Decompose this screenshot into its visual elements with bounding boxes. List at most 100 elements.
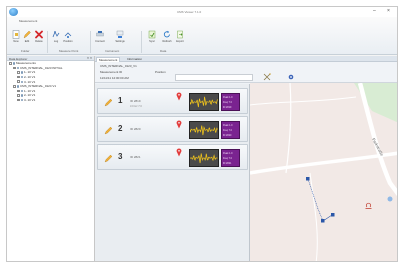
stat-id: ID 2819 bbox=[223, 106, 232, 109]
location-pin-icon[interactable] bbox=[176, 148, 182, 157]
measurement-icon bbox=[16, 85, 19, 88]
connect-icon bbox=[96, 31, 104, 37]
stat-frequency: Freq 7.0 bbox=[223, 129, 232, 132]
connect-button[interactable]: Connect bbox=[95, 30, 105, 48]
tools-icon[interactable] bbox=[263, 73, 271, 81]
device-marker[interactable] bbox=[331, 213, 335, 217]
new-file-icon bbox=[12, 30, 20, 39]
expand-collapse-icon[interactable] bbox=[13, 84, 16, 88]
device-number: 2 bbox=[118, 124, 123, 133]
folder-icon bbox=[12, 62, 15, 65]
measurement-icon bbox=[20, 71, 23, 74]
measurement-name: CMS_INTERNAL_0123_V1 bbox=[100, 64, 137, 68]
position-label: Position bbox=[155, 70, 166, 74]
edit-icon bbox=[23, 30, 31, 39]
measurement-icon bbox=[20, 80, 23, 83]
delete-icon bbox=[35, 30, 43, 39]
measurement-icon bbox=[20, 89, 23, 93]
edit-button[interactable]: Edit bbox=[22, 30, 32, 48]
expand-collapse-icon[interactable] bbox=[17, 98, 20, 102]
sync-button[interactable]: Sync bbox=[147, 30, 157, 48]
log-icon bbox=[52, 31, 60, 38]
app-window: CMS Viewer 7.1.0 – × Measurement New Edi… bbox=[6, 6, 398, 262]
device-number: 3 bbox=[118, 152, 123, 161]
measurement-id-label: Measurement ID bbox=[100, 70, 123, 74]
title-bar: CMS Viewer 7.1.0 – × bbox=[7, 7, 397, 17]
position-button[interactable]: Position bbox=[63, 30, 73, 48]
location-pin-icon[interactable] bbox=[176, 92, 182, 101]
ribbon-group-data: Data bbox=[160, 49, 167, 53]
ribbon: Measurement New Edit Delete Log Position… bbox=[7, 17, 397, 55]
device-card[interactable]: 1 ID 2819 3.0 Hz 7.0 Peak 1.0 Freq 7.0 I… bbox=[97, 88, 248, 114]
map-canvas[interactable]: Parkstraße bbox=[250, 83, 398, 262]
ribbon-group-folder: Folder bbox=[21, 49, 30, 53]
device-list: 1 ID 2819 3.0 Hz 7.0 Peak 1.0 Freq 7.0 I… bbox=[95, 84, 250, 261]
measurement-icon bbox=[20, 98, 23, 102]
tree-item[interactable]: 3- 10 V1 bbox=[7, 98, 94, 103]
ribbon-separator bbox=[141, 31, 142, 53]
map-view[interactable]: Parkstraße bbox=[250, 83, 398, 262]
device-number: 1 bbox=[118, 96, 123, 105]
expand-collapse-icon[interactable] bbox=[9, 62, 12, 65]
device-stats-panel: Peak 1.0 Freq 7.0 ID 2821 bbox=[221, 149, 240, 167]
export-button[interactable]: Export bbox=[175, 30, 185, 48]
stat-id: ID 2821 bbox=[223, 162, 232, 165]
device-marker[interactable] bbox=[321, 219, 325, 223]
device-id: ID 2819 bbox=[130, 99, 141, 103]
sync-icon bbox=[148, 30, 156, 39]
measurement-info-bar: CMS_INTERNAL_0123_V1 Measurement ID Posi… bbox=[95, 62, 397, 83]
data-explorer-title: Data Explorer bbox=[9, 56, 28, 61]
locate-icon[interactable] bbox=[288, 74, 294, 80]
position-input[interactable] bbox=[175, 74, 253, 81]
measurement-icon bbox=[20, 94, 23, 97]
expand-collapse-icon[interactable] bbox=[13, 66, 16, 70]
device-card[interactable]: 2 ID 2820 Peak 1.0 Freq 7.0 ID 2820 bbox=[97, 116, 248, 142]
application-menu-button[interactable] bbox=[9, 8, 18, 16]
expand-collapse-icon[interactable] bbox=[17, 94, 20, 97]
close-button[interactable]: × bbox=[387, 9, 390, 14]
minimize-button[interactable]: – bbox=[373, 9, 376, 14]
expand-collapse-icon[interactable] bbox=[17, 89, 20, 93]
tree-item-label: 3- 10 V1 bbox=[24, 98, 36, 103]
ribbon-group-instrument: Instrument bbox=[105, 49, 120, 53]
waveform-thumbnail[interactable] bbox=[189, 121, 219, 139]
device-id: ID 2821 bbox=[130, 155, 141, 159]
panel-close-button[interactable]: × × bbox=[87, 56, 92, 60]
expand-collapse-icon[interactable] bbox=[17, 71, 20, 74]
data-explorer-panel: Data Explorer × × Measurements CMS_INTERN… bbox=[7, 56, 95, 261]
location-pin-icon[interactable] bbox=[176, 120, 182, 129]
stat-peak: Peak 1.0 bbox=[223, 152, 233, 155]
pencil-icon[interactable] bbox=[104, 126, 113, 135]
stat-frequency: Freq 7.0 bbox=[223, 101, 232, 104]
stat-frequency: Freq 7.0 bbox=[223, 157, 232, 160]
expand-collapse-icon[interactable] bbox=[17, 80, 20, 83]
settings-icon bbox=[116, 30, 124, 38]
device-stats-panel: Peak 1.0 Freq 7.0 ID 2819 bbox=[221, 93, 240, 111]
stat-id: ID 2820 bbox=[223, 134, 232, 137]
window-title: CMS Viewer 7.1.0 bbox=[177, 10, 202, 14]
device-subtext: 3.0 Hz 7.0 bbox=[130, 105, 142, 108]
device-card[interactable]: 3 ID 2821 Peak 1.0 Freq 7.0 ID 2821 bbox=[97, 144, 248, 170]
main-area: Measurement Information CMS_INTERNAL_012… bbox=[95, 56, 398, 262]
position-icon bbox=[64, 32, 72, 38]
settings-button[interactable]: Settings bbox=[115, 30, 125, 48]
device-stats-panel: Peak 1.0 Freq 7.0 ID 2820 bbox=[221, 121, 240, 139]
waveform-thumbnail[interactable] bbox=[189, 93, 219, 111]
ribbon-separator bbox=[90, 31, 91, 53]
device-marker[interactable] bbox=[306, 177, 310, 181]
measurement-icon bbox=[16, 66, 19, 70]
data-tree: Measurements CMS_INTERNAL_0123 INITIAL 1- … bbox=[7, 61, 94, 102]
log-button[interactable]: Log bbox=[51, 30, 61, 48]
delete-button[interactable]: Delete bbox=[34, 30, 44, 48]
new-button[interactable]: New bbox=[11, 30, 21, 48]
waveform-thumbnail[interactable] bbox=[189, 149, 219, 167]
measurement-timestamp: 11/11/11 12:00:00 AM bbox=[100, 76, 129, 80]
measurement-icon bbox=[20, 75, 23, 79]
stat-peak: Peak 1.0 bbox=[223, 96, 233, 99]
pencil-icon[interactable] bbox=[104, 154, 113, 163]
pencil-icon[interactable] bbox=[104, 98, 113, 107]
ribbon-separator bbox=[47, 31, 48, 53]
expand-collapse-icon[interactable] bbox=[17, 75, 20, 79]
refresh-button[interactable]: Refresh bbox=[162, 30, 172, 48]
ribbon-tab-measurement[interactable]: Measurement bbox=[19, 19, 37, 23]
